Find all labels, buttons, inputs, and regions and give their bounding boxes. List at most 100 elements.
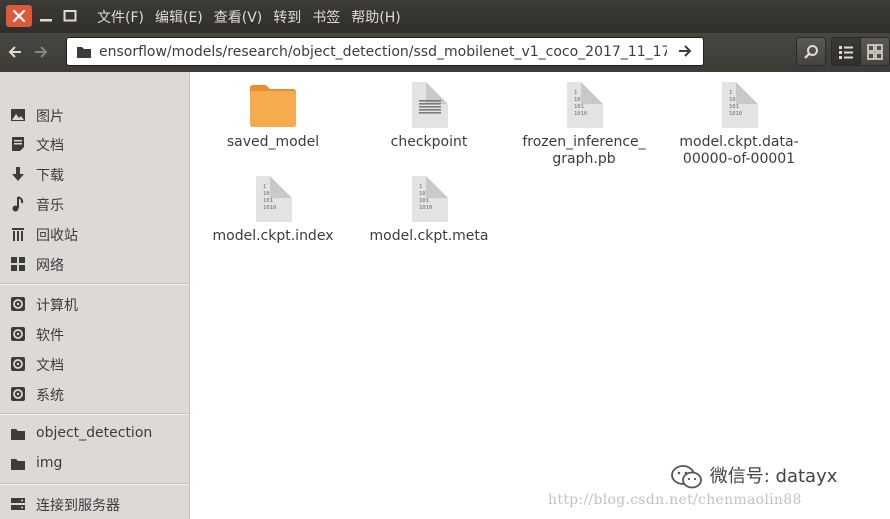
sidebar-item-label: 网络	[36, 258, 64, 274]
sidebar-item-label: 下载	[36, 168, 64, 184]
menu-view[interactable]: 查看(V)	[214, 7, 263, 27]
menu-edit[interactable]: 编辑(E)	[155, 7, 203, 27]
back-button[interactable]	[4, 41, 26, 63]
drive-icon	[76, 45, 92, 63]
sidebar-item-label: 回收站	[36, 228, 78, 244]
sidebar-item-label: 软件	[36, 328, 64, 344]
forward-button[interactable]	[30, 41, 52, 63]
close-icon	[13, 10, 25, 22]
pictures-icon	[10, 107, 26, 123]
folder-icon	[10, 456, 26, 472]
sidebar-item-object-detection[interactable]: object_detection	[0, 420, 189, 448]
sidebar-item-downloads[interactable]: 下载	[0, 160, 189, 188]
drive-icon	[10, 326, 26, 342]
list-view-button[interactable]	[831, 37, 861, 66]
folder-icon	[10, 426, 26, 442]
sidebar-item-label: 连接到服务器	[36, 498, 120, 514]
folder-icon	[248, 80, 298, 130]
binary-glyph: 1 10 101 1010	[419, 184, 433, 211]
maximize-window-button[interactable]	[58, 5, 82, 27]
sidebar-item-system[interactable]: 系统	[0, 380, 189, 408]
binary-glyph: 1 10 101 1010	[574, 90, 588, 117]
music-icon	[10, 196, 26, 212]
minimize-icon	[40, 19, 52, 22]
grid-view-button[interactable]	[860, 37, 890, 66]
sidebar-divider	[0, 413, 189, 415]
trash-icon	[10, 226, 26, 242]
sidebar-item-label: 文档	[36, 138, 64, 154]
sidebar-divider	[0, 283, 189, 285]
file-name: checkpoint	[390, 134, 468, 150]
sidebar-item-software[interactable]: 软件	[0, 320, 189, 348]
grid-view-icon	[867, 43, 883, 60]
file-view: saved_model checkpoint 1 10 101 1010 fro…	[190, 72, 890, 519]
sidebar-item-pictures[interactable]: 图片	[0, 101, 189, 129]
file-name: frozen_inference_ graph.pb	[522, 134, 646, 167]
binary-glyph: 1 10 101 1010	[729, 90, 743, 117]
file-name: model.ckpt.data- 00000-of-00001	[679, 134, 799, 167]
file-item-model-ckpt-data[interactable]: 1 10 101 1010 model.ckpt.data- 00000-of-…	[669, 80, 809, 168]
binary-file-icon: 1 10 101 1010	[714, 80, 764, 130]
file-item-frozen-inference-graph[interactable]: 1 10 101 1010 frozen_inference_ graph.pb	[514, 80, 654, 168]
sidebar-item-label: 音乐	[36, 198, 64, 214]
arrow-right-icon	[35, 46, 48, 58]
sidebar-item-label: 文档	[36, 358, 64, 374]
sidebar: 图片 文档 下载 音乐 回收站 网络 计算机 软件 文档 系统 object_d…	[0, 72, 190, 519]
drive-icon	[10, 356, 26, 372]
toolbar	[0, 33, 890, 72]
sidebar-item-label: 系统	[36, 388, 64, 404]
network-icon	[10, 256, 26, 272]
sidebar-item-label: 计算机	[36, 298, 78, 314]
blog-url-watermark: http://blog.csdn.net/chenmaolin88	[548, 492, 802, 508]
sidebar-item-img[interactable]: img	[0, 450, 189, 478]
close-window-button[interactable]	[6, 5, 32, 27]
sidebar-item-documents[interactable]: 文档	[0, 130, 189, 158]
file-item-checkpoint[interactable]: checkpoint	[359, 80, 499, 151]
sidebar-item-connect-server[interactable]: 连接到服务器	[0, 490, 189, 518]
maximize-icon	[63, 10, 77, 22]
file-name: model.ckpt.meta	[369, 228, 489, 244]
sidebar-item-label: 图片	[36, 109, 64, 125]
sidebar-divider	[0, 483, 189, 485]
binary-file-icon: 1 10 101 1010	[404, 174, 454, 224]
menu-go[interactable]: 转到	[273, 7, 301, 27]
file-item-saved-model[interactable]: saved_model	[203, 80, 343, 151]
search-icon	[804, 44, 818, 59]
binary-file-icon: 1 10 101 1010	[559, 80, 609, 130]
sidebar-item-music[interactable]: 音乐	[0, 190, 189, 218]
sidebar-item-computer[interactable]: 计算机	[0, 290, 189, 318]
documents-icon	[10, 136, 26, 152]
text-file-icon	[404, 80, 454, 130]
menu-help[interactable]: 帮助(H)	[351, 7, 400, 27]
download-icon	[10, 166, 26, 182]
minimize-window-button[interactable]	[34, 5, 58, 27]
sidebar-item-trash[interactable]: 回收站	[0, 220, 189, 248]
sidebar-item-network[interactable]: 网络	[0, 250, 189, 278]
wechat-watermark: 微信号: datayx	[670, 462, 837, 490]
file-item-model-ckpt-meta[interactable]: 1 10 101 1010 model.ckpt.meta	[359, 174, 499, 245]
title-bar: 文件(F) 编辑(E) 查看(V) 转到 书签 帮助(H)	[0, 0, 890, 33]
location-bar	[66, 37, 704, 66]
list-view-icon	[839, 45, 853, 59]
file-name: saved_model	[226, 134, 320, 150]
wechat-icon	[671, 465, 702, 489]
arrow-right-icon	[679, 45, 692, 57]
file-name: model.ckpt.index	[212, 228, 334, 244]
arrow-left-icon	[8, 46, 21, 58]
location-input[interactable]	[99, 41, 667, 62]
binary-file-icon: 1 10 101 1010	[248, 174, 298, 224]
search-button[interactable]	[796, 37, 826, 66]
sidebar-item-label: object_detection	[36, 425, 153, 441]
drive-icon	[10, 386, 26, 402]
file-item-model-ckpt-index[interactable]: 1 10 101 1010 model.ckpt.index	[203, 174, 343, 245]
drive-icon	[10, 296, 26, 312]
menu-bar: 文件(F) 编辑(E) 查看(V) 转到 书签 帮助(H)	[97, 0, 412, 33]
menu-bookmarks[interactable]: 书签	[312, 7, 340, 27]
menu-file[interactable]: 文件(F)	[97, 7, 144, 27]
wechat-id-text: 微信号: datayx	[709, 466, 838, 487]
sidebar-item-label: img	[36, 455, 63, 471]
sidebar-item-documents-drive[interactable]: 文档	[0, 350, 189, 378]
binary-glyph: 1 10 101 1010	[263, 184, 277, 211]
server-icon	[10, 496, 26, 512]
go-button[interactable]	[678, 44, 692, 62]
